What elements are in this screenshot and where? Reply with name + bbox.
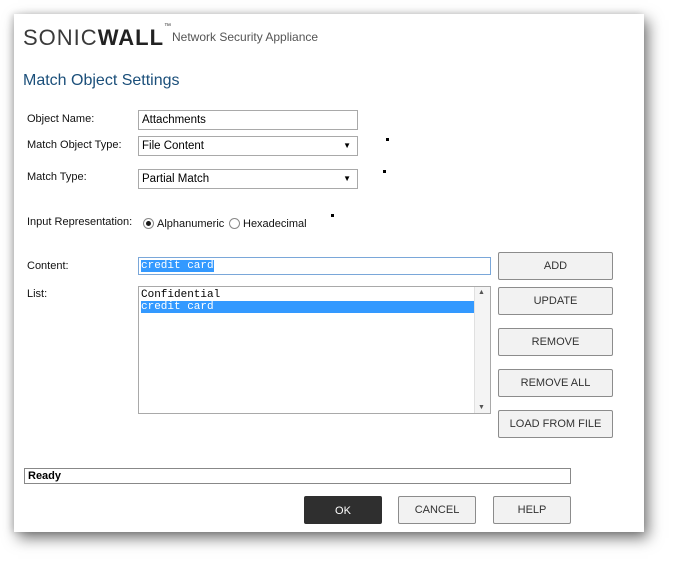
- remove-all-button[interactable]: REMOVE ALL: [498, 369, 613, 397]
- match-type-value: Partial Match: [142, 173, 210, 185]
- status-bar: Ready: [24, 468, 571, 484]
- list-item[interactable]: credit card: [141, 301, 475, 313]
- match-object-type-select[interactable]: File Content ▼: [138, 136, 358, 156]
- page-title: Match Object Settings: [23, 72, 180, 89]
- content-input-value: credit card: [141, 260, 214, 272]
- match-object-type-value: File Content: [142, 140, 205, 152]
- remove-button[interactable]: REMOVE: [498, 328, 613, 356]
- content-label: Content:: [27, 260, 69, 272]
- add-button[interactable]: ADD: [498, 252, 613, 280]
- alphanumeric-radio[interactable]: [143, 218, 154, 229]
- load-from-file-button[interactable]: LOAD FROM FILE: [498, 410, 613, 438]
- chevron-down-icon: ▼: [343, 174, 351, 183]
- update-button[interactable]: UPDATE: [498, 287, 613, 315]
- object-name-input[interactable]: Attachments: [138, 110, 358, 130]
- input-representation-label: Input Representation:: [27, 216, 133, 228]
- tagline: Network Security Appliance: [172, 30, 319, 44]
- match-type-label: Match Type:: [27, 171, 87, 183]
- list-item[interactable]: Confidential: [141, 289, 475, 301]
- list-label: List:: [27, 288, 48, 300]
- match-list[interactable]: Confidential credit card ▲ ▼: [138, 286, 491, 414]
- help-marker-icon: [383, 170, 386, 173]
- help-marker-icon: [331, 214, 334, 217]
- help-marker-icon: [386, 138, 389, 141]
- object-name-label: Object Name:: [27, 113, 95, 125]
- sonicwall-logo: SONICWALL™: [23, 23, 173, 50]
- chevron-down-icon: ▼: [343, 141, 351, 150]
- scroll-down-icon[interactable]: ▼: [478, 404, 485, 411]
- alphanumeric-label: Alphanumeric: [157, 218, 225, 230]
- match-type-select[interactable]: Partial Match ▼: [138, 169, 358, 189]
- list-scrollbar[interactable]: ▲ ▼: [474, 287, 490, 413]
- match-object-type-label: Match Object Type:: [27, 139, 122, 151]
- hexadecimal-radio[interactable]: [229, 218, 240, 229]
- content-input[interactable]: credit card: [138, 257, 491, 275]
- scroll-up-icon[interactable]: ▲: [478, 289, 485, 296]
- cancel-button[interactable]: CANCEL: [398, 496, 476, 524]
- help-button[interactable]: HELP: [493, 496, 571, 524]
- ok-button[interactable]: OK: [304, 496, 382, 524]
- hexadecimal-label: Hexadecimal: [243, 218, 307, 230]
